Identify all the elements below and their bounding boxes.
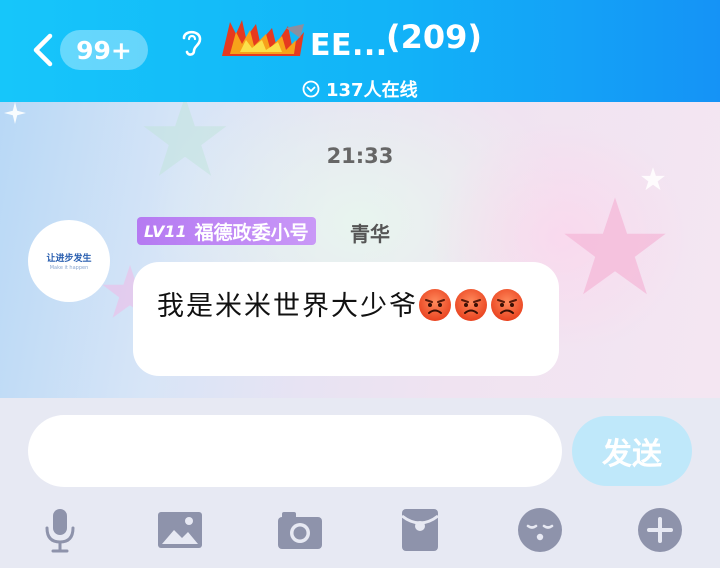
bottom-toolbar (0, 498, 720, 568)
group-logo-icon (222, 20, 304, 56)
ear-icon[interactable] (174, 24, 210, 60)
send-button[interactable]: 发送 (572, 416, 692, 486)
online-count-text: 137人在线 (326, 80, 418, 101)
chat-area[interactable]: 21:33 让进步发生 Make it happen LV11 福德政委小号 青… (0, 102, 720, 398)
sender-nickname[interactable]: 青华 (350, 218, 390, 247)
message-bubble[interactable]: 我是米米世界大少爷 (133, 262, 559, 376)
unread-badge[interactable]: 99+ (60, 30, 148, 70)
input-bar: 发送 (0, 398, 720, 498)
group-title[interactable]: EE... (310, 28, 388, 63)
level-badge: LV11 (144, 221, 187, 241)
member-title-tag: 福德政委小号 (194, 221, 309, 244)
avatar[interactable]: 让进步发生 Make it happen (28, 220, 110, 302)
microphone-icon[interactable] (34, 504, 86, 556)
camera-icon[interactable] (274, 504, 326, 556)
member-level-tag[interactable]: LV11 福德政委小号 (137, 217, 316, 245)
avatar-text: 让进步发生 (46, 254, 92, 264)
background-star-icon (564, 197, 666, 295)
chat-header: 99+ EE... (209) 137人在线 (0, 0, 720, 102)
message-input[interactable] (28, 415, 562, 487)
emoji-icon[interactable] (514, 504, 566, 556)
angry-face-emoji-icon (491, 289, 523, 321)
plus-icon[interactable] (634, 504, 686, 556)
angry-face-emoji-icon (455, 289, 487, 321)
background-sparkle-icon (4, 102, 26, 124)
chevron-down-circle-icon (302, 80, 320, 98)
background-star-icon (143, 102, 227, 176)
message-content: 我是米米世界大少爷 (157, 282, 547, 324)
red-packet-icon[interactable] (394, 504, 446, 556)
image-icon[interactable] (154, 504, 206, 556)
member-count[interactable]: (209) (386, 18, 482, 56)
message-text: 我是米米世界大少爷 (157, 291, 418, 322)
avatar-subtext: Make it happen (49, 265, 89, 271)
back-arrow-icon[interactable] (28, 30, 60, 70)
angry-face-emoji-icon (419, 289, 451, 321)
message-timestamp: 21:33 (326, 144, 394, 168)
online-status[interactable]: 137人在线 (302, 76, 418, 102)
background-star-icon (641, 167, 665, 191)
